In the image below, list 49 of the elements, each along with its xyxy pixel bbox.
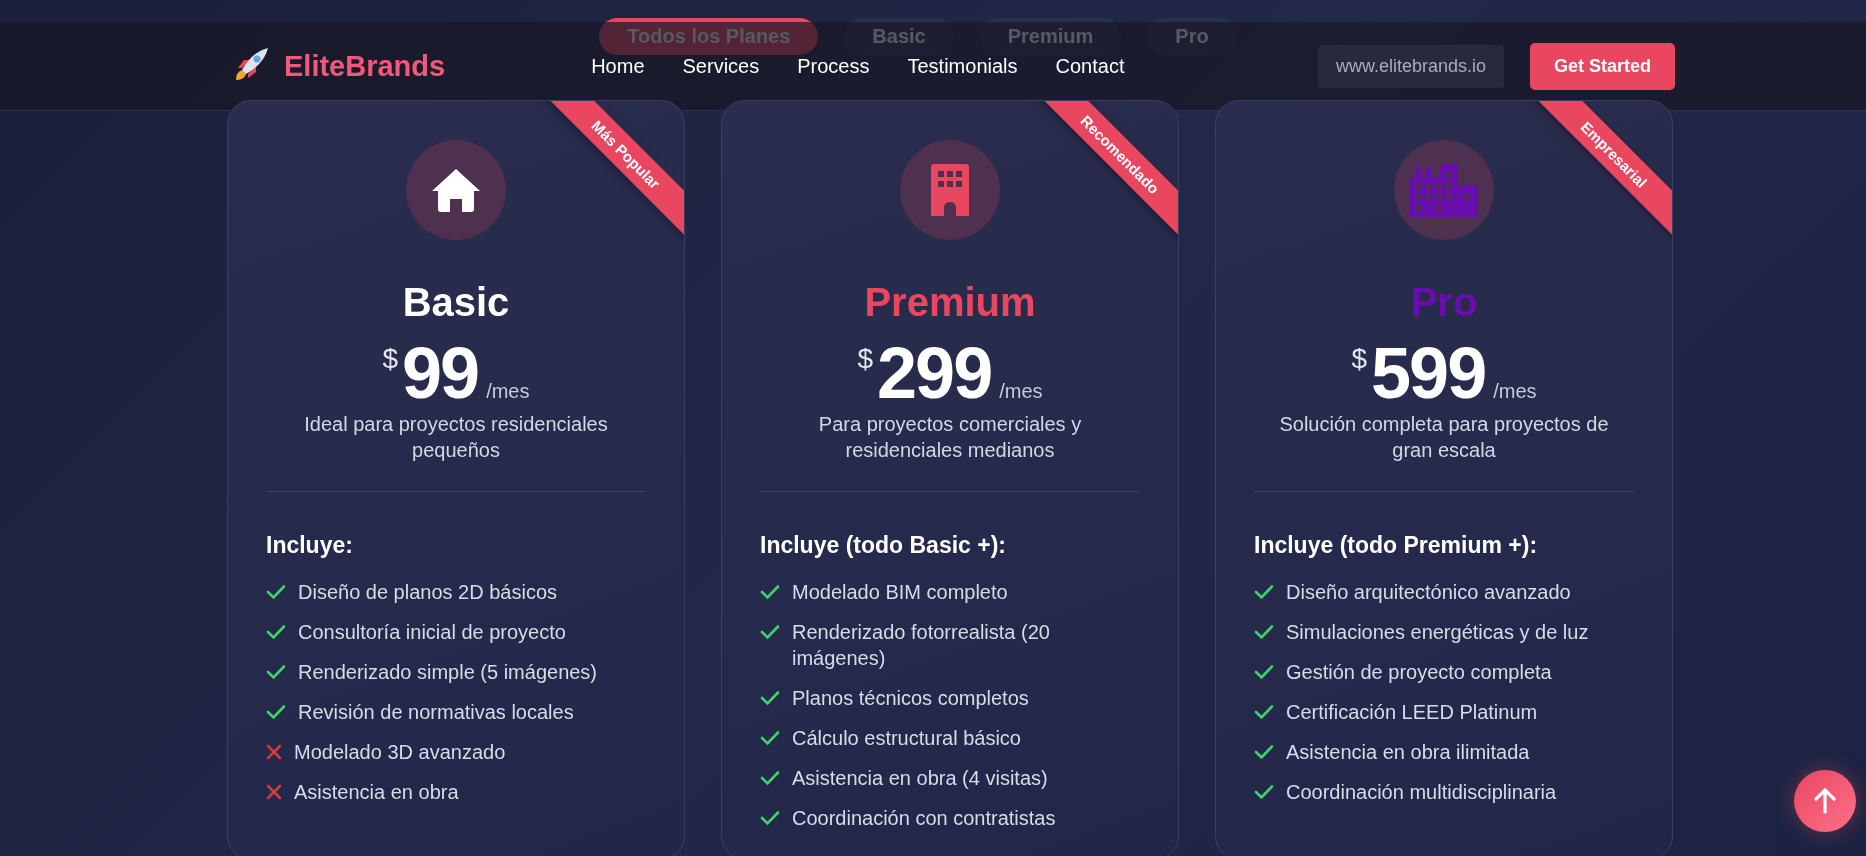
plan-name: Basic — [401, 280, 511, 325]
feature-text: Coordinación multidisciplinaria — [1286, 780, 1557, 805]
feature-text: Planos técnicos completos — [792, 686, 1029, 711]
office-building-icon — [931, 164, 969, 216]
currency-symbol: $ — [857, 343, 874, 375]
feature-text: Simulaciones energéticas y de luz — [1286, 620, 1589, 645]
feature-text: Modelado 3D avanzado — [294, 740, 506, 765]
nav-link[interactable]: Contact — [1055, 54, 1125, 78]
plan-description: Ideal para proyectos residenciales pequeños — [303, 412, 609, 463]
feature-text: Consultoría inicial de proyecto — [298, 620, 566, 645]
plan-price: 599 — [1371, 335, 1486, 411]
house-icon — [430, 167, 482, 213]
features-heading: Incluye (todo Basic +): — [760, 532, 1007, 559]
feature-text: Diseño arquitectónico avanzado — [1286, 580, 1571, 605]
feature-text: Cálculo estructural básico — [792, 726, 1021, 751]
feature-text: Coordinación con contratistas — [792, 806, 1056, 831]
currency-symbol: $ — [1351, 343, 1368, 375]
plan-description: Para proyectos comerciales y residenciales medianos — [817, 412, 1083, 463]
nav-link[interactable]: Process — [797, 54, 870, 78]
feature-text: Revisión de normativas locales — [298, 700, 574, 725]
feature-text: Diseño de planos 2D básicos — [298, 580, 558, 605]
price-period: /mes — [1493, 380, 1537, 403]
price-period: /mes — [999, 380, 1043, 403]
feature-text: Renderizado fotorrealista (20 imágenes) — [792, 620, 1051, 671]
features-heading: Incluye: — [266, 532, 354, 559]
feature-text: Certificación LEED Platinum — [1286, 700, 1538, 725]
up-arrow-icon — [1814, 788, 1836, 814]
nav-link[interactable]: Testimonials — [907, 54, 1018, 78]
plan-price: 299 — [877, 335, 992, 411]
feature-text: Asistencia en obra ilimitada — [1286, 740, 1530, 765]
get-started-button[interactable]: Get Started — [1529, 42, 1675, 90]
plan-name: Premium — [863, 280, 1037, 325]
plan-price: 99 — [402, 335, 479, 411]
plan-name: Pro — [1409, 280, 1479, 325]
website-url: www.elitebrands.io — [1317, 44, 1504, 88]
brand-name[interactable]: EliteBrands — [284, 49, 446, 83]
feature-text: Asistencia en obra — [294, 780, 459, 805]
feature-text: Modelado BIM completo — [792, 580, 1008, 605]
city-buildings-icon — [1410, 163, 1478, 217]
scroll-to-top-button[interactable] — [1794, 770, 1856, 832]
nav-link[interactable]: Home — [591, 54, 645, 78]
currency-symbol: $ — [382, 343, 399, 375]
feature-text: Renderizado simple (5 imágenes) — [298, 660, 598, 685]
features-heading: Incluye (todo Premium +): — [1254, 532, 1539, 559]
feature-text: Asistencia en obra (4 visitas) — [792, 766, 1048, 791]
feature-text: Gestión de proyecto completa — [1286, 660, 1552, 685]
plan-description: Solución completa para proyectos de gran escala — [1278, 412, 1610, 463]
price-period: /mes — [486, 380, 530, 403]
nav-link[interactable]: Services — [682, 54, 760, 78]
